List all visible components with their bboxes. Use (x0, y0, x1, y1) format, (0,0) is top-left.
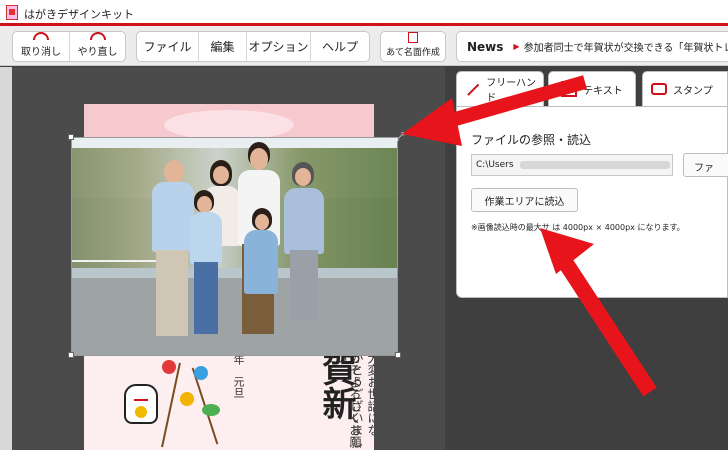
text-icon (561, 81, 577, 97)
max-size-note: ※画像読込時の最大サ は 4000px × 4000px になります。 (471, 223, 685, 232)
person-body (284, 188, 324, 254)
person-head (255, 214, 269, 230)
menu-help[interactable]: ヘルプ (311, 32, 369, 61)
file-path-value: C:\Users (476, 160, 514, 170)
tab-text-label: テキスト (583, 85, 623, 97)
person-legs (290, 250, 318, 320)
resize-corner-icon[interactable]: ⤢ (394, 131, 406, 143)
undo-button[interactable]: 取り消し (13, 32, 70, 61)
undo-label: 取り消し (21, 47, 61, 58)
lucky-cat-illustration (124, 384, 158, 424)
postcard-header-decoration (84, 104, 374, 140)
file-load-panel: ファイルの参照・読込 C:\Users ファ 作業エリアに読込 ※画像読込時の最… (456, 106, 728, 298)
charm-ornament (162, 360, 176, 374)
menu-file[interactable]: ファイル (137, 32, 199, 61)
news-text: 参加者同士で年賀状が交換できる「年賀状トレード (523, 43, 728, 54)
news-label: News (467, 39, 504, 54)
redo-icon (89, 32, 106, 40)
undo-redo-group: 取り消し やり直し (12, 31, 126, 62)
app-postcard-icon (6, 5, 18, 20)
pencil-icon (465, 82, 480, 96)
date-text: 年 元旦 (232, 354, 245, 398)
person-body (244, 230, 278, 294)
tool-tabs: フリーハンド テキスト スタンプ (456, 71, 728, 107)
file-path-input[interactable]: C:\Users (471, 154, 673, 176)
address-card-icon (408, 32, 418, 43)
greeting-large-text: 賀新 (316, 352, 356, 420)
resize-handle-bottom-left[interactable] (68, 352, 74, 358)
tab-freehand[interactable]: フリーハンド (456, 71, 544, 107)
person-head (197, 196, 212, 213)
address-side-button[interactable]: あて名面作成 (380, 31, 446, 62)
charm-ornament (194, 366, 208, 380)
tab-stamp-label: スタンプ (673, 85, 713, 97)
person-head (213, 166, 229, 184)
blurred-path-region (519, 160, 670, 169)
resize-handle-bottom-right[interactable] (395, 352, 401, 358)
message-line-1: 大変お世話にな (366, 352, 374, 436)
load-to-workarea-button[interactable]: 作業エリアに読込 (471, 188, 578, 212)
title-bar: はがきデザインキット (0, 0, 728, 26)
panel-title: ファイルの参照・読込 (471, 133, 592, 147)
browse-button[interactable]: ファ (683, 153, 728, 177)
left-strip (0, 67, 12, 450)
person-body (190, 212, 222, 264)
person-head (250, 148, 268, 170)
menu-edit[interactable]: 編集 (199, 32, 247, 61)
address-side-label: あて名面作成 (386, 48, 440, 58)
person-legs (156, 250, 188, 336)
toolbar: 取り消し やり直し ファイル 編集 オプション ヘルプ あて名面作成 News … (0, 26, 728, 66)
undo-icon (33, 32, 49, 40)
tab-text[interactable]: テキスト (548, 71, 636, 107)
charm-stick (161, 362, 181, 448)
person-legs (194, 262, 218, 334)
window-title: はがきデザインキット (24, 8, 134, 21)
person-head (164, 160, 184, 184)
person-body (152, 182, 194, 252)
photo-road (72, 278, 397, 355)
resize-handle-top-left[interactable] (68, 134, 74, 140)
menu-options[interactable]: オプション (247, 32, 311, 61)
triangle-right-icon: ▶ (513, 42, 520, 51)
tab-stamp[interactable]: スタンプ (642, 71, 728, 107)
family-photo[interactable] (71, 137, 398, 356)
news-ticker[interactable]: News ▶ 参加者同士で年賀状が交換できる「年賀状トレード (456, 31, 728, 62)
tab-freehand-label: フリーハンド (486, 78, 537, 104)
charm-ornament (202, 404, 220, 416)
main-menu: ファイル 編集 オプション ヘルプ (136, 31, 370, 62)
redo-button[interactable]: やり直し (70, 32, 125, 61)
charm-ornament (180, 392, 194, 406)
redo-label: やり直し (77, 47, 118, 58)
stamp-icon (651, 83, 667, 95)
person-head (295, 168, 311, 186)
